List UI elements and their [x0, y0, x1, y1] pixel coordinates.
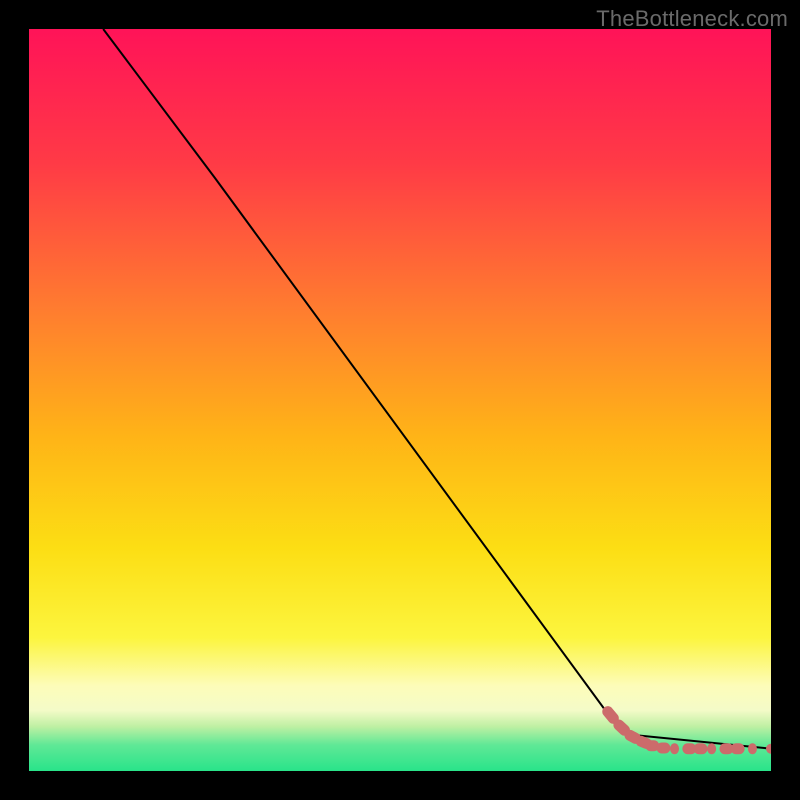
chart-svg [29, 29, 771, 771]
marker-dash [731, 743, 745, 754]
marker-dash [608, 712, 614, 719]
marker-dash [748, 743, 757, 754]
marker-dash [619, 725, 625, 730]
marker-dash [656, 742, 670, 753]
chart-frame [29, 29, 771, 771]
marker-dash [630, 735, 636, 738]
marker-dash [707, 743, 716, 754]
gradient-background [29, 29, 771, 771]
marker-dash [694, 743, 708, 754]
marker-dash [670, 743, 679, 754]
marker-dash [641, 741, 647, 743]
